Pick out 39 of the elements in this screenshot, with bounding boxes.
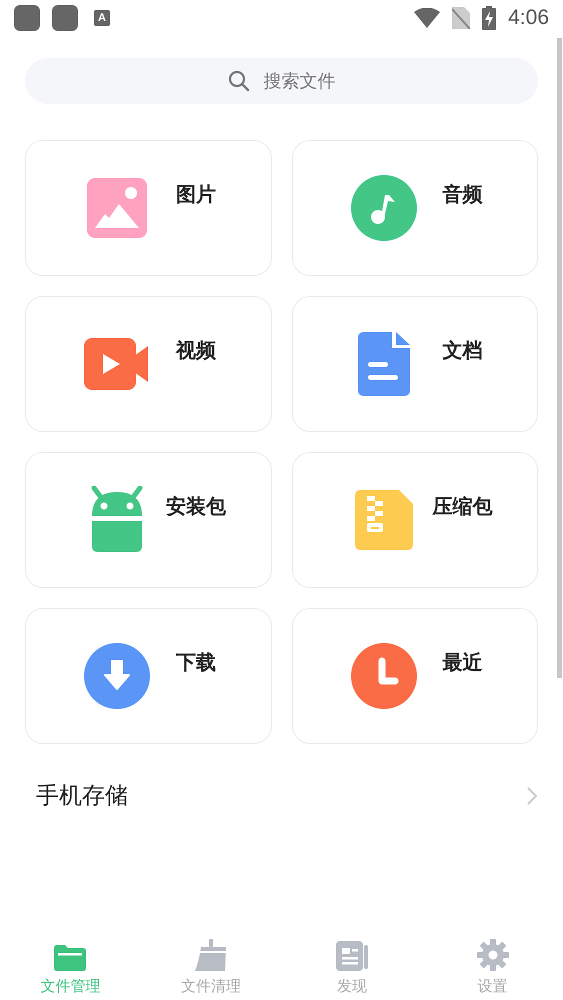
folder-icon[interactable] — [54, 945, 86, 971]
broom-icon[interactable] — [195, 939, 228, 971]
document-icon — [358, 332, 410, 396]
category-label: 视频 — [176, 337, 216, 364]
android-robot-icon — [90, 486, 144, 554]
battery-charging-icon — [482, 6, 496, 30]
storage-label[interactable]: 手机存储 — [36, 780, 128, 811]
video-camera-icon — [84, 338, 150, 390]
chevron-right-icon[interactable] — [526, 786, 538, 806]
category-card[interactable]: 图片 — [25, 140, 272, 276]
download-icon — [84, 643, 150, 709]
search-field[interactable]: 搜索文件 — [25, 58, 538, 104]
category-label: 压缩包 — [432, 493, 492, 520]
category-label: 音频 — [442, 181, 482, 208]
music-note-icon — [350, 175, 416, 241]
category-label: 文档 — [442, 337, 482, 364]
category-card[interactable]: 安装包 — [25, 452, 272, 588]
category-label: 图片 — [176, 181, 216, 208]
settings-icon[interactable] — [476, 939, 509, 971]
clock-time: 4:06 — [508, 6, 549, 30]
no-sim-icon — [452, 7, 470, 29]
category-card[interactable]: 压缩包 — [292, 452, 538, 588]
category-card[interactable]: 最近 — [292, 608, 538, 744]
notification-icon — [52, 5, 78, 31]
category-card[interactable]: 下载 — [25, 608, 272, 744]
clock-icon — [350, 643, 416, 709]
newspaper-icon[interactable] — [336, 941, 368, 971]
wifi-icon — [414, 8, 440, 28]
notification-icon — [14, 5, 40, 31]
category-card[interactable]: 音频 — [292, 140, 538, 276]
category-label: 最近 — [442, 649, 482, 676]
category-card[interactable]: 视频 — [25, 296, 272, 432]
search-icon — [228, 70, 250, 92]
image-icon — [87, 178, 147, 238]
category-label: 下载 — [176, 649, 216, 676]
category-label: 安装包 — [166, 493, 226, 520]
keyboard-badge: A — [94, 10, 110, 26]
zip-file-icon — [354, 490, 412, 550]
category-card[interactable]: 文档 — [292, 296, 538, 432]
